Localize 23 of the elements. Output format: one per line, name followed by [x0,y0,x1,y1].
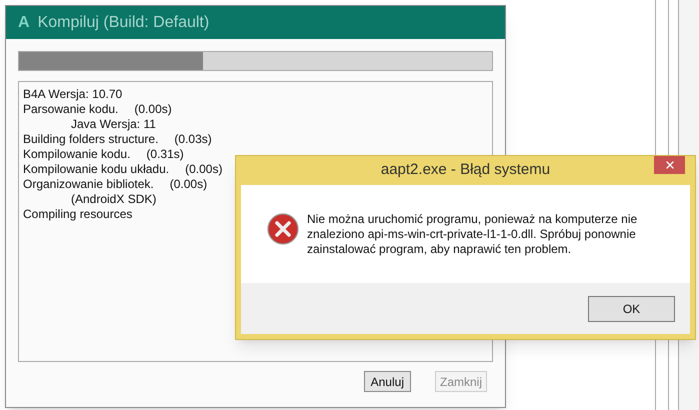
log-time: (0.00s) [185,162,222,177]
log-line: Java Wersja: 11 [71,117,156,132]
close-icon [664,159,676,171]
close-button[interactable] [654,156,685,174]
log-line: Organizowanie bibliotek. [23,177,154,192]
log-time: (0.00s) [134,102,172,117]
log-line: B4A Wersja: 10.70 [23,87,122,102]
log-line: Building folders structure. [23,132,158,147]
log-time: (0.03s) [174,132,212,147]
window-title: Kompiluj (Build: Default) [38,12,210,32]
log-line: Compiling resources [23,207,132,222]
dialog-button[interactable]: Anuluj [364,371,411,392]
app-logo: A [18,12,30,32]
ok-button[interactable]: OK [588,296,675,322]
error-icon [267,213,299,245]
dialog-title: aapt2.exe - Błąd systemu [380,160,550,180]
log-line: Kompilowanie kodu układu. [23,162,170,177]
log-line: Parsowanie kodu. [23,102,118,117]
log-time: (0.00s) [170,177,208,192]
log-line: (AndroidX SDK) [71,192,156,207]
log-line: Kompilowanie kodu. [23,147,130,162]
log-time: (0.31s) [146,147,184,162]
error-message: Nie można uruchomić programu, ponieważ na komputerze nie znaleziono api-ms-win-crt-private-l1-1-0.dll. Spróbuj ponownie zainstalować program, aby naprawić ten problem. [307,212,638,257]
